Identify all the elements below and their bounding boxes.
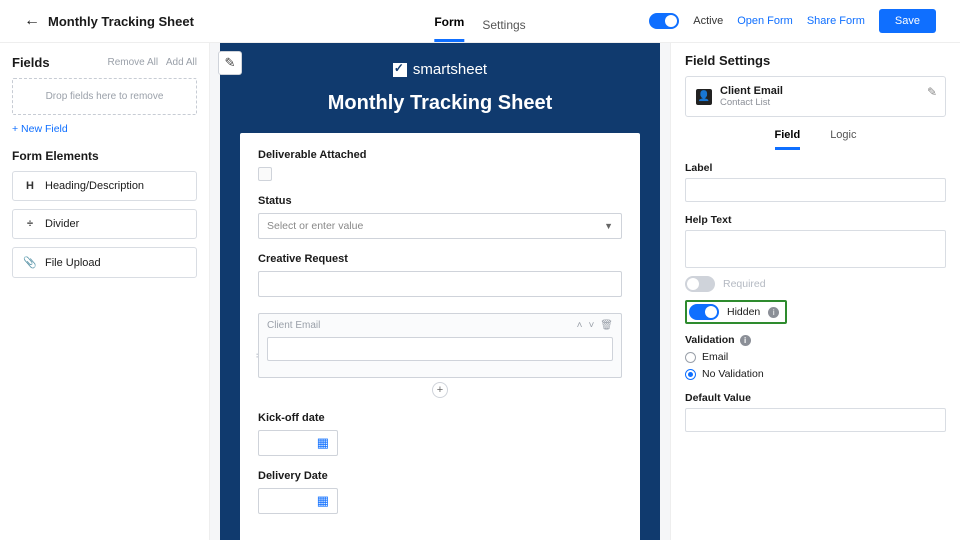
main-layout: Fields Remove All Add All Drop fields he… <box>0 42 960 540</box>
info-icon[interactable]: i <box>740 335 751 346</box>
element-file-upload[interactable]: 📎 File Upload <box>12 247 197 278</box>
hidden-row: Hidden i <box>685 300 946 324</box>
calendar-icon: ▦ <box>317 493 329 509</box>
tab-form[interactable]: Form <box>434 15 464 42</box>
selected-field-label: Client Email <box>267 320 320 331</box>
field-status-select[interactable]: Select or enter value ▼ <box>258 213 622 239</box>
label-input[interactable] <box>685 178 946 202</box>
builder-tabs: Form Settings <box>434 0 525 42</box>
default-value-heading: Default Value <box>685 392 946 404</box>
field-creative-input[interactable] <box>258 271 622 297</box>
divider-icon: ÷ <box>23 218 37 230</box>
tab-settings[interactable]: Settings <box>482 18 525 42</box>
settings-tab-field[interactable]: Field <box>775 129 801 150</box>
validation-email-row[interactable]: Email <box>685 351 946 363</box>
new-field-link[interactable]: + New Field <box>12 123 197 135</box>
validation-email-label: Email <box>702 351 728 363</box>
form-body: Deliverable Attached Status Select or en… <box>240 133 640 540</box>
current-field-card: 👤 Client Email Contact List ✎ <box>685 76 946 117</box>
form-elements-title: Form Elements <box>12 149 197 163</box>
top-bar: ← Monthly Tracking Sheet Form Settings A… <box>0 0 960 42</box>
fields-header: Fields Remove All Add All <box>12 55 197 70</box>
validation-label: Validation <box>685 334 735 346</box>
field-settings-title: Field Settings <box>685 53 946 68</box>
field-settings-panel: Field Settings 👤 Client Email Contact Li… <box>670 43 960 540</box>
element-heading[interactable]: H Heading/Description <box>12 171 197 201</box>
selected-field-client-email[interactable]: Client Email ˄ ˅ 🗑 <box>258 313 622 378</box>
element-heading-label: Heading/Description <box>45 180 144 192</box>
help-text-input[interactable] <box>685 230 946 268</box>
field-creative-label: Creative Request <box>258 253 622 265</box>
back-icon[interactable]: ← <box>24 12 40 30</box>
delete-field-icon[interactable]: 🗑 <box>600 320 613 331</box>
required-row: Required <box>685 276 946 292</box>
radio-no-validation[interactable] <box>685 369 696 380</box>
active-toggle-label: Active <box>693 15 723 27</box>
default-value-input[interactable] <box>685 408 946 432</box>
help-text-heading: Help Text <box>685 214 946 226</box>
field-client-email-input[interactable] <box>267 337 613 361</box>
current-field-type: Contact List <box>720 97 783 108</box>
required-label: Required <box>723 278 766 290</box>
contact-icon: 👤 <box>696 89 712 105</box>
collapse-up-icon[interactable]: ˄ <box>577 320 583 331</box>
field-deliverable-label: Deliverable Attached <box>258 149 622 161</box>
brand-text: smartsheet <box>413 61 487 78</box>
preview-pane: ✎ smartsheet Monthly Tracking Sheet Deli… <box>210 43 670 540</box>
heading-icon: H <box>23 180 37 192</box>
element-divider-label: Divider <box>45 218 79 230</box>
settings-tabs: Field Logic <box>685 129 946 150</box>
element-upload-label: File Upload <box>45 257 101 269</box>
current-field-name: Client Email <box>720 85 783 97</box>
add-field-button[interactable]: + <box>432 382 448 398</box>
field-delivery-label: Delivery Date <box>258 470 622 482</box>
collapse-down-icon[interactable]: ˅ <box>588 320 594 331</box>
chevron-down-icon: ▼ <box>604 221 613 231</box>
form-title: Monthly Tracking Sheet <box>220 92 660 115</box>
label-heading: Label <box>685 162 946 174</box>
save-button[interactable]: Save <box>879 9 936 33</box>
brand: smartsheet <box>220 43 660 78</box>
element-divider[interactable]: ÷ Divider <box>12 209 197 239</box>
field-kickoff-date[interactable]: ▦ <box>258 430 338 456</box>
info-icon[interactable]: i <box>768 307 779 318</box>
field-status-label: Status <box>258 195 622 207</box>
field-deliverable-checkbox[interactable] <box>258 167 272 181</box>
share-form-link[interactable]: Share Form <box>807 15 865 27</box>
topbar-actions: Active Open Form Share Form Save <box>649 9 936 33</box>
add-all-link[interactable]: Add All <box>166 57 197 68</box>
attachment-icon: 📎 <box>23 256 37 269</box>
fields-title: Fields <box>12 55 50 70</box>
radio-email[interactable] <box>685 352 696 363</box>
active-toggle[interactable] <box>649 13 679 29</box>
settings-tab-logic[interactable]: Logic <box>830 129 856 150</box>
theme-button[interactable]: ✎ <box>218 51 242 75</box>
hidden-highlight: Hidden i <box>685 300 787 324</box>
validation-heading: Validation i <box>685 334 946 346</box>
open-form-link[interactable]: Open Form <box>737 15 793 27</box>
validation-none-label: No Validation <box>702 368 764 380</box>
add-field-below: + <box>258 382 622 398</box>
form-canvas: smartsheet Monthly Tracking Sheet Delive… <box>220 43 660 540</box>
validation-none-row[interactable]: No Validation <box>685 368 946 380</box>
page-title: Monthly Tracking Sheet <box>48 14 194 29</box>
hidden-toggle[interactable] <box>689 304 719 320</box>
edit-field-icon[interactable]: ✎ <box>927 85 937 99</box>
paint-icon: ✎ <box>225 55 236 71</box>
left-panel: Fields Remove All Add All Drop fields he… <box>0 43 210 540</box>
field-kickoff-label: Kick-off date <box>258 412 622 424</box>
field-delivery-date[interactable]: ▦ <box>258 488 338 514</box>
field-status-placeholder: Select or enter value <box>267 220 363 232</box>
hidden-label: Hidden <box>727 306 760 318</box>
fields-bulk-actions: Remove All Add All <box>107 57 197 68</box>
calendar-icon: ▦ <box>317 435 329 451</box>
brand-logo-icon <box>393 63 407 77</box>
remove-all-link[interactable]: Remove All <box>107 57 158 68</box>
remove-dropzone[interactable]: Drop fields here to remove <box>12 78 197 115</box>
required-toggle[interactable] <box>685 276 715 292</box>
